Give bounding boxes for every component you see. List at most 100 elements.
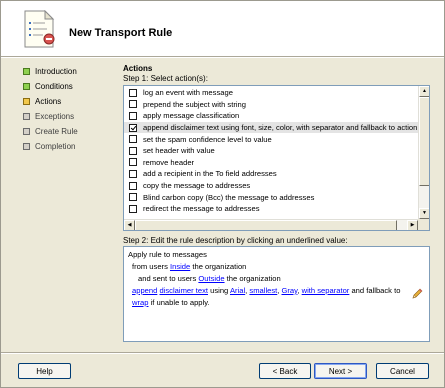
color-link[interactable]: Gray: [282, 286, 298, 295]
current-step-icon: [23, 98, 30, 105]
scope-inside-link[interactable]: Inside: [170, 262, 190, 271]
horizontal-scroll-thumb[interactable]: [135, 220, 397, 230]
action-row[interactable]: apply message classification: [124, 110, 418, 122]
help-button[interactable]: Help: [18, 363, 71, 379]
action-label: prepend the subject with string: [143, 99, 246, 109]
action-row[interactable]: Blind carbon copy (Bcc) the message to a…: [124, 191, 418, 203]
action-row[interactable]: prepend the subject with string: [124, 99, 418, 111]
nav-item-label: Conditions: [35, 82, 73, 91]
description-line: from users Inside the organization: [128, 261, 425, 273]
action-row[interactable]: set header with value: [124, 145, 418, 157]
action-label: set header with value: [143, 146, 215, 156]
disclaimer-text-link[interactable]: disclaimer text: [159, 286, 208, 295]
description-text: and fallback to: [349, 286, 401, 295]
completed-step-icon: [23, 83, 30, 90]
action-row-selected[interactable]: append disclaimer text using font, size,…: [124, 121, 418, 134]
nav-item-completion: Completion: [23, 139, 113, 154]
separator-link[interactable]: with separator: [302, 286, 350, 295]
action-label: Blind carbon copy (Bcc) the message to a…: [143, 192, 315, 202]
header-divider: [1, 56, 444, 58]
action-checkbox-checked[interactable]: [129, 123, 137, 132]
action-checkbox[interactable]: [129, 146, 137, 155]
cancel-button[interactable]: Cancel: [376, 363, 429, 379]
action-label: remove header: [143, 157, 195, 167]
action-checkbox[interactable]: [129, 204, 137, 213]
scrollbar-corner: [418, 219, 429, 230]
description-text: if unable to apply.: [148, 298, 210, 307]
nav-item-label: Introduction: [35, 67, 77, 76]
action-label: append disclaimer text using font, size,…: [143, 123, 418, 133]
nav-item-label: Completion: [35, 142, 76, 151]
action-checkbox[interactable]: [129, 111, 137, 120]
action-checkbox[interactable]: [129, 88, 137, 97]
action-checkbox[interactable]: [129, 100, 137, 109]
rule-description: Apply rule to messages from users Inside…: [123, 246, 430, 342]
description-line: wrap if unable to apply.: [128, 297, 425, 309]
pending-step-icon: [23, 113, 30, 120]
description-text: using: [208, 286, 230, 295]
fallback-wrap-link[interactable]: wrap: [132, 298, 148, 307]
wizard-nav: Introduction Conditions Actions Exceptio…: [23, 64, 113, 154]
next-button[interactable]: Next >: [314, 363, 367, 379]
pending-step-icon: [23, 143, 30, 150]
page-title: New Transport Rule: [69, 27, 173, 39]
horizontal-scrollbar[interactable]: ◀ ▶: [124, 219, 418, 230]
description-text: and sent to users: [138, 274, 199, 283]
action-label: set the spam confidence level to value: [143, 134, 272, 144]
back-button[interactable]: < Back: [259, 363, 311, 379]
scroll-down-icon[interactable]: ▼: [419, 208, 429, 219]
action-label: log an event with message: [143, 88, 233, 98]
actions-list-items: log an event with message prepend the su…: [124, 87, 418, 215]
size-link[interactable]: smallest: [249, 286, 277, 295]
nav-item-label: Exceptions: [35, 112, 75, 121]
step2-label: Step 2: Edit the rule description by cli…: [123, 236, 348, 245]
nav-item-introduction: Introduction: [23, 64, 113, 79]
scroll-right-icon[interactable]: ▶: [407, 220, 418, 230]
action-label: apply message classification: [143, 111, 240, 121]
action-label: add a recipient in the To field addresse…: [143, 169, 277, 179]
nav-item-conditions: Conditions: [23, 79, 113, 94]
step1-label: Step 1: Select action(s):: [123, 74, 208, 83]
description-text: the organization: [190, 262, 247, 271]
action-checkbox[interactable]: [129, 158, 137, 167]
action-label: redirect the message to addresses: [143, 204, 260, 214]
action-label: copy the message to addresses: [143, 181, 251, 191]
action-row[interactable]: remove header: [124, 157, 418, 169]
header-banner: New Transport Rule: [1, 1, 444, 56]
completed-step-icon: [23, 68, 30, 75]
document-rule-icon: [24, 10, 55, 48]
description-line: and sent to users Outside the organizati…: [128, 273, 425, 285]
scroll-up-icon[interactable]: ▲: [419, 86, 429, 97]
description-text: from users: [132, 262, 170, 271]
vertical-scroll-thumb[interactable]: [419, 97, 429, 186]
font-link[interactable]: Arial: [230, 286, 245, 295]
description-text: Apply rule to messages: [128, 250, 207, 259]
pencil-edit-icon[interactable]: [411, 288, 423, 300]
nav-item-exceptions: Exceptions: [23, 109, 113, 124]
action-row[interactable]: redirect the message to addresses: [124, 203, 418, 215]
nav-item-label: Create Rule: [35, 127, 78, 136]
pending-step-icon: [23, 128, 30, 135]
scroll-left-icon[interactable]: ◀: [124, 220, 135, 230]
scope-outside-link[interactable]: Outside: [198, 274, 224, 283]
section-title: Actions: [123, 64, 153, 73]
action-row[interactable]: copy the message to addresses: [124, 180, 418, 192]
nav-item-actions: Actions: [23, 94, 113, 109]
action-checkbox[interactable]: [129, 181, 137, 190]
action-checkbox[interactable]: [129, 135, 137, 144]
footer-divider: [1, 352, 444, 354]
description-line: append disclaimer text using Arial, smal…: [128, 285, 425, 297]
action-row[interactable]: log an event with message: [124, 87, 418, 99]
nav-item-label: Actions: [35, 97, 62, 106]
action-checkbox[interactable]: [129, 169, 137, 178]
description-line: Apply rule to messages: [128, 249, 425, 261]
action-row[interactable]: add a recipient in the To field addresse…: [124, 168, 418, 180]
action-checkbox[interactable]: [129, 193, 137, 202]
new-transport-rule-dialog: New Transport Rule Introduction Conditio…: [0, 0, 445, 388]
actions-list[interactable]: log an event with message prepend the su…: [123, 85, 430, 231]
description-text: the organization: [224, 274, 281, 283]
action-row[interactable]: set the spam confidence level to value: [124, 133, 418, 145]
append-link[interactable]: append: [132, 286, 157, 295]
nav-item-create-rule: Create Rule: [23, 124, 113, 139]
vertical-scrollbar[interactable]: ▲ ▼: [418, 86, 429, 219]
